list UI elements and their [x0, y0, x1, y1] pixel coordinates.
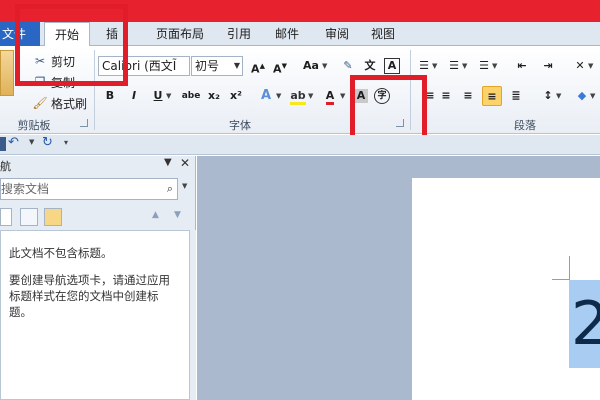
brush-icon: 🖌 [32, 96, 48, 110]
close-icon[interactable]: ✕ [180, 156, 190, 170]
shading-icon[interactable]: ◆ [572, 86, 592, 106]
numbering-icon[interactable]: ☰ [444, 56, 464, 76]
down-arrow-icon[interactable]: ▼ [174, 210, 181, 220]
strikethrough-button[interactable]: abe [180, 86, 202, 106]
clipboard-launcher-icon[interactable] [80, 119, 88, 127]
annotation-highlight-font-launcher [350, 75, 427, 144]
search-icon[interactable]: ⌕ [167, 179, 173, 199]
chevron-down-icon[interactable]: ▼ [322, 56, 330, 76]
char-border-button[interactable]: A [384, 58, 400, 74]
bullets-icon[interactable]: ☰ [414, 56, 434, 76]
chevron-down-icon[interactable]: ▼ [276, 86, 284, 106]
save-icon[interactable] [0, 137, 6, 151]
font-group-label: 字体 [229, 119, 251, 132]
selected-text[interactable]: 21 [569, 280, 600, 368]
navigation-tabs: ▲ ▼ [0, 206, 196, 228]
chevron-down-icon[interactable]: ▼ [590, 86, 598, 106]
shrink-font-icon[interactable]: A▼ [270, 56, 290, 76]
font-size-value: 初号 [195, 59, 220, 73]
sort-icon[interactable]: ✕ [570, 56, 590, 76]
grow-font-icon[interactable]: A▲ [248, 56, 268, 76]
align-right-icon[interactable]: ≡ [458, 86, 478, 106]
nav-scrollbar[interactable] [190, 230, 196, 400]
undo-icon[interactable]: ↶ [8, 135, 19, 150]
multilevel-list-icon[interactable]: ☰ [474, 56, 494, 76]
paragraph-group-label: 段落 [514, 119, 536, 132]
chevron-down-icon: ▼ [233, 61, 240, 70]
create-headings-hint: 要创建导航选项卡，请通过应用标题样式在您的文档中创建标题。 [9, 273, 170, 319]
align-center-icon[interactable]: ≡ [436, 86, 456, 106]
paste-icon[interactable] [0, 50, 14, 96]
up-arrow-icon[interactable]: ▲ [152, 210, 159, 220]
margin-mark [569, 256, 570, 280]
tab-pages[interactable] [20, 208, 38, 226]
text-effects-icon[interactable]: A [256, 86, 276, 106]
distributed-icon[interactable]: ≣ [506, 86, 526, 106]
tab-results[interactable] [44, 208, 62, 226]
chevron-down-icon[interactable]: ▼ [29, 138, 34, 146]
highlight-color-icon[interactable]: ab [288, 86, 308, 106]
chevron-down-icon[interactable]: ▼ [588, 56, 596, 76]
tab-mailings[interactable]: 邮件 [270, 22, 304, 46]
font-color-icon[interactable]: A [320, 86, 340, 106]
document-page[interactable]: 21 [412, 178, 600, 400]
navigation-message: 此文档不包含标题。 要创建导航选项卡，请通过应用标题样式在您的文档中创建标题。 [0, 230, 190, 400]
line-spacing-icon[interactable]: ↕ [538, 86, 558, 106]
justify-icon[interactable]: ≡ [482, 86, 502, 106]
change-case-button[interactable]: Aa [300, 56, 322, 76]
chevron-down-icon[interactable]: ▼ [308, 86, 316, 106]
subscript-button[interactable]: x₂ [204, 86, 224, 106]
pane-options-icon[interactable]: ▼ [164, 157, 172, 168]
chevron-down-icon[interactable]: ▼ [492, 56, 500, 76]
chevron-down-icon[interactable]: ▼ [556, 86, 564, 106]
chevron-down-icon[interactable]: ▼ [340, 86, 348, 106]
chevron-down-icon[interactable]: ▼ [432, 56, 440, 76]
redo-icon[interactable]: ↻ [42, 135, 53, 150]
phonetic-guide-button[interactable]: 文 [360, 56, 380, 76]
search-input[interactable]: 搜索文档 ⌕ [0, 178, 178, 200]
navigation-pane: 航 ▼ ✕ 搜索文档 ⌕ ▼ ▲ ▼ 此文档不包含标题。 要创建导航选项卡，请通… [0, 156, 196, 400]
decrease-indent-icon[interactable]: ⇤ [512, 56, 532, 76]
chevron-down-icon[interactable]: ▼ [462, 56, 470, 76]
tab-review[interactable]: 审阅 [320, 22, 354, 46]
bold-button[interactable]: B [100, 86, 120, 106]
margin-mark [552, 279, 569, 280]
customize-qat-icon[interactable]: ▾ [64, 138, 68, 147]
italic-button[interactable]: I [124, 86, 144, 106]
increase-indent-icon[interactable]: ⇥ [538, 56, 558, 76]
search-options-icon[interactable]: ▼ [182, 182, 187, 190]
tab-view[interactable]: 视图 [366, 22, 400, 46]
chevron-down-icon[interactable]: ▼ [166, 86, 174, 106]
tab-headings[interactable] [0, 208, 12, 226]
no-headings-message: 此文档不包含标题。 [9, 246, 113, 260]
tab-references[interactable]: 引用 [222, 22, 256, 46]
navigation-title: 航 [0, 160, 11, 173]
document-area: 21 [197, 156, 600, 400]
underline-button[interactable]: U [148, 86, 168, 106]
format-painter-label: 格式刷 [51, 96, 88, 111]
font-size-combo[interactable]: 初号 ▼ [191, 56, 243, 76]
search-placeholder: 搜索文档 [1, 182, 50, 196]
superscript-button[interactable]: x² [226, 86, 246, 106]
clipboard-group-label: 剪贴板 [17, 119, 51, 132]
format-painter-button[interactable]: 🖌 格式刷 [32, 93, 87, 113]
annotation-highlight-home-tab [15, 4, 128, 86]
clear-format-icon[interactable]: ✎ [338, 56, 358, 76]
tab-page-layout[interactable]: 页面布局 [148, 22, 212, 46]
quick-access-toolbar: ↶ ▼ ↻ ▾ [0, 135, 600, 155]
